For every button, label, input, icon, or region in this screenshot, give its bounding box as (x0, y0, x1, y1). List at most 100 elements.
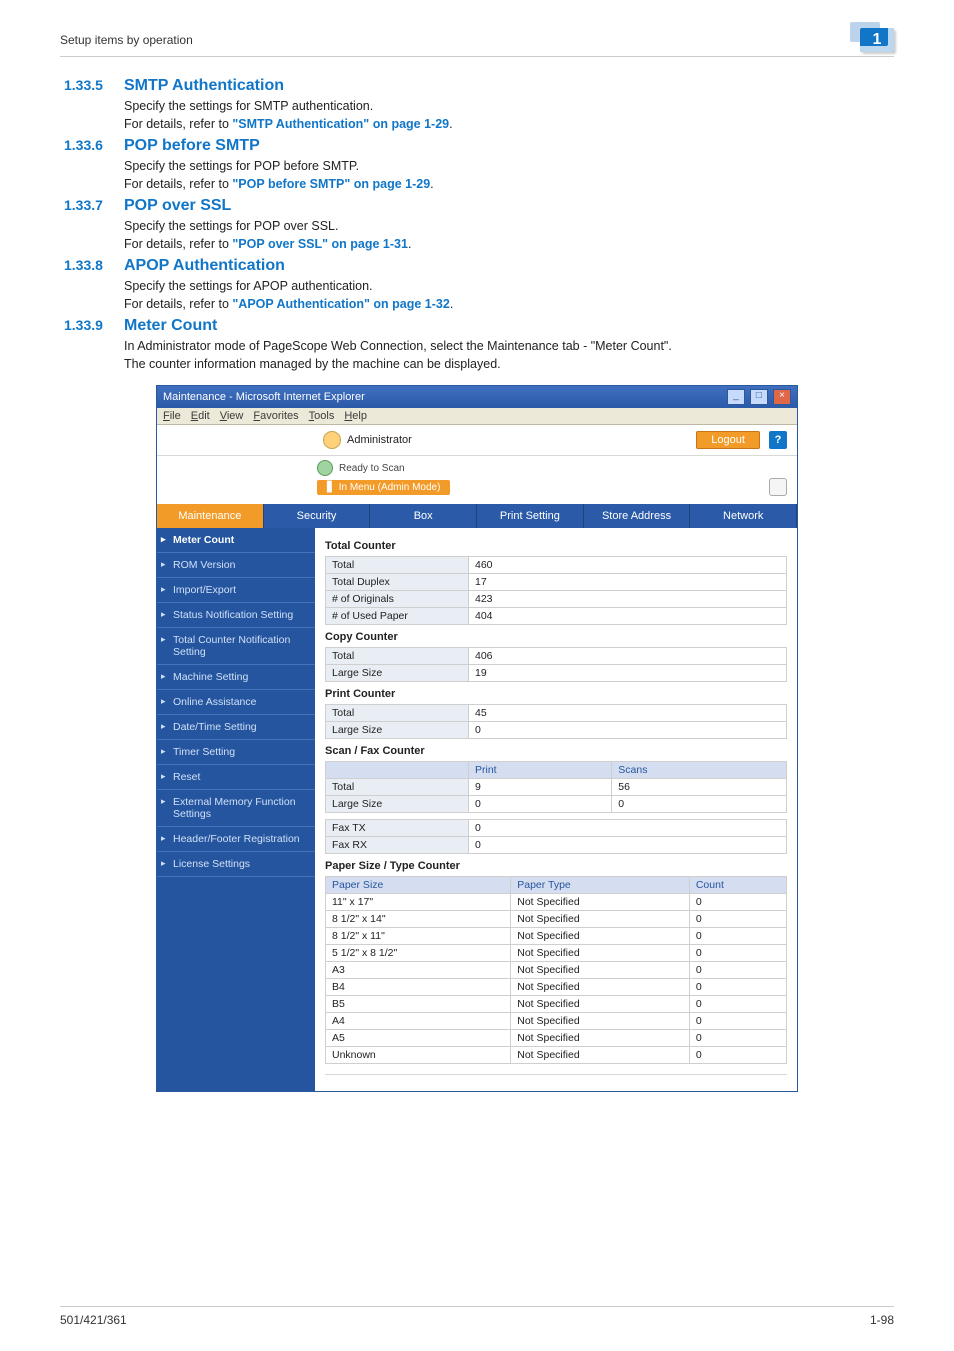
admin-tab[interactable]: Security (264, 504, 371, 528)
paper-count: 0 (689, 945, 786, 962)
section-body: For details, refer to "APOP Authenticati… (124, 297, 894, 311)
minimize-icon[interactable]: _ (727, 389, 745, 405)
paper-type: Not Specified (511, 894, 690, 911)
admin-tab[interactable]: Print Setting (477, 504, 584, 528)
xref-link[interactable]: "SMTP Authentication" on page 1-29 (232, 117, 449, 131)
section-number: 1.33.5 (64, 77, 124, 93)
ie-menu-item[interactable]: Help (344, 410, 367, 422)
table-label: Large Size (326, 722, 469, 739)
close-icon[interactable]: × (773, 389, 791, 405)
copy-counter-table: Total406Large Size19 (325, 647, 787, 682)
table-row: B5Not Specified0 (326, 996, 787, 1013)
section-body: For details, refer to "POP before SMTP" … (124, 177, 894, 191)
ie-menu-item[interactable]: Tools (309, 410, 335, 422)
ie-menubar: File Edit View Favorites Tools Help (157, 408, 797, 425)
sidebar-item[interactable]: Online Assistance (157, 690, 315, 715)
paper-type: Not Specified (511, 962, 690, 979)
sidebar-item[interactable]: ROM Version (157, 553, 315, 578)
ie-menu-item[interactable]: File (163, 410, 181, 422)
table-label: Large Size (326, 796, 469, 813)
paper-count: 0 (689, 962, 786, 979)
section-body: Specify the settings for SMTP authentica… (124, 99, 894, 113)
window-title: Maintenance - Microsoft Internet Explore… (163, 391, 365, 403)
ie-menu-item[interactable]: Favorites (253, 410, 298, 422)
ie-menu-item[interactable]: Edit (191, 410, 210, 422)
sidebar-item[interactable]: Date/Time Setting (157, 715, 315, 740)
sidebar-item[interactable]: Status Notification Setting (157, 603, 315, 628)
window-buttons: _ □ × (725, 389, 791, 405)
section-number: 1.33.7 (64, 197, 124, 213)
paper-type: Not Specified (511, 1047, 690, 1064)
xref-link[interactable]: "APOP Authentication" on page 1-32 (232, 297, 449, 311)
status-indicator-icon (317, 460, 333, 476)
table-value: 45 (469, 705, 787, 722)
admin-tab[interactable]: Maintenance (157, 504, 264, 528)
section-title: APOP Authentication (124, 257, 285, 274)
print-counter-heading: Print Counter (325, 688, 787, 700)
table-value: 0 (469, 820, 787, 837)
admin-tab[interactable]: Box (370, 504, 477, 528)
paper-size: B4 (326, 979, 511, 996)
paper-count: 0 (689, 911, 786, 928)
paper-size: A3 (326, 962, 511, 979)
total-counter-heading: Total Counter (325, 540, 787, 552)
table-row: 8 1/2" x 11"Not Specified0 (326, 928, 787, 945)
sidebar-item[interactable]: Reset (157, 765, 315, 790)
table-label: Fax RX (326, 837, 469, 854)
paper-type: Not Specified (511, 996, 690, 1013)
section-body: For details, refer to "SMTP Authenticati… (124, 117, 894, 131)
section-body: The counter information managed by the m… (124, 357, 894, 371)
table-header: Paper Size (326, 877, 511, 894)
paper-count: 0 (689, 1047, 786, 1064)
sidebar-item[interactable]: License Settings (157, 852, 315, 877)
paper-size: A4 (326, 1013, 511, 1030)
table-row: UnknownNot Specified0 (326, 1047, 787, 1064)
admin-tab[interactable]: Network (690, 504, 797, 528)
total-counter-table: Total460Total Duplex17# of Originals423#… (325, 556, 787, 625)
sidebar-item[interactable]: Total Counter Notification Setting (157, 628, 315, 665)
paper-type: Not Specified (511, 979, 690, 996)
section-title: SMTP Authentication (124, 77, 284, 94)
table-value: 404 (469, 608, 787, 625)
xref-link[interactable]: "POP before SMTP" on page 1-29 (232, 177, 430, 191)
section-body: Specify the settings for APOP authentica… (124, 279, 894, 293)
table-label: Total (326, 705, 469, 722)
table-row: 5 1/2" x 8 1/2"Not Specified0 (326, 945, 787, 962)
section-body: Specify the settings for POP over SSL. (124, 219, 894, 233)
logout-button[interactable]: Logout (696, 431, 760, 449)
sidebar-item[interactable]: Import/Export (157, 578, 315, 603)
paper-counter-table: Paper SizePaper TypeCount11" x 17"Not Sp… (325, 876, 787, 1064)
table-label: Total (326, 557, 469, 574)
sidebar-item[interactable]: Header/Footer Registration (157, 827, 315, 852)
paper-count: 0 (689, 894, 786, 911)
chapter-badge: 1 (860, 28, 894, 52)
help-icon[interactable]: ? (769, 431, 787, 449)
section-number: 1.33.6 (64, 137, 124, 153)
table-header: Count (689, 877, 786, 894)
table-label: Large Size (326, 665, 469, 682)
admin-tab[interactable]: Store Address (584, 504, 691, 528)
table-row: B4Not Specified0 (326, 979, 787, 996)
refresh-icon[interactable] (769, 478, 787, 496)
maximize-icon[interactable]: □ (750, 389, 768, 405)
sidebar-item[interactable]: Timer Setting (157, 740, 315, 765)
section-body: For details, refer to "POP over SSL" on … (124, 237, 894, 251)
sidebar-item[interactable]: Meter Count (157, 528, 315, 553)
sidebar-item[interactable]: Machine Setting (157, 665, 315, 690)
paper-heading: Paper Size / Type Counter (325, 860, 787, 872)
copy-counter-heading: Copy Counter (325, 631, 787, 643)
xref-link[interactable]: "POP over SSL" on page 1-31 (232, 237, 408, 251)
scanfax-counter-table: PrintScansTotal956Large Size00 (325, 761, 787, 813)
table-value: 0 (469, 837, 787, 854)
table-value: 56 (612, 779, 787, 796)
paper-type: Not Specified (511, 1030, 690, 1047)
sidebar-item[interactable]: External Memory Function Settings (157, 790, 315, 827)
toner-icon: ▋ (327, 482, 335, 493)
paper-size: A5 (326, 1030, 511, 1047)
section-body: Specify the settings for POP before SMTP… (124, 159, 894, 173)
ie-menu-item[interactable]: View (220, 410, 244, 422)
paper-size: 5 1/2" x 8 1/2" (326, 945, 511, 962)
paper-count: 0 (689, 996, 786, 1013)
admin-label: Administrator (347, 434, 412, 446)
paper-size: 8 1/2" x 14" (326, 911, 511, 928)
